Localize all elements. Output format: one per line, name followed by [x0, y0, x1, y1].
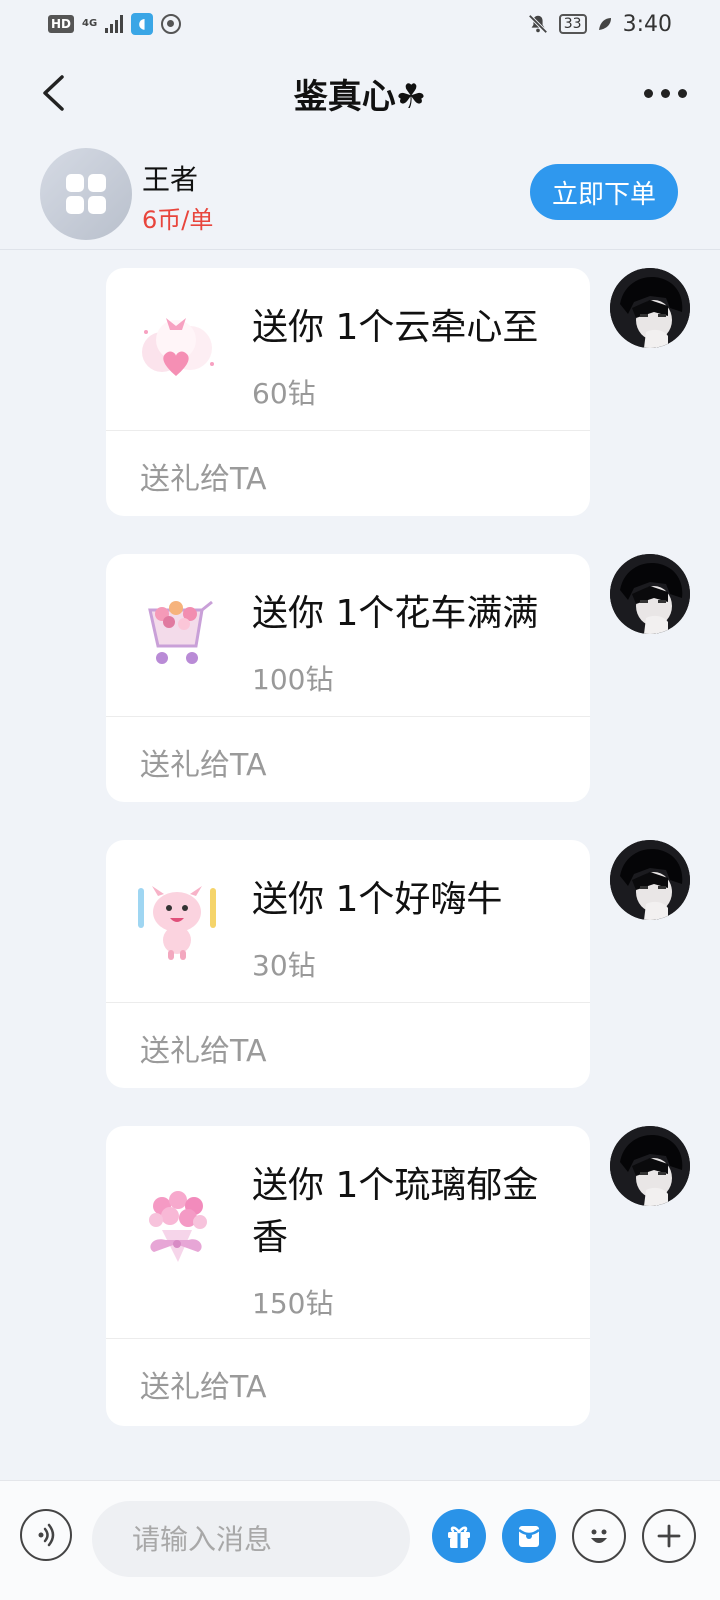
gift-price: 30钻 — [252, 949, 316, 982]
more-dot-icon — [660, 88, 670, 98]
gift-title: 送你 1个琉璃郁金香 — [252, 1165, 539, 1258]
page-title: 鉴真心☘ — [293, 76, 427, 117]
network-type: 4G — [82, 18, 98, 29]
send-gift-link[interactable]: 送礼给TA — [140, 1362, 267, 1406]
user-avatar[interactable] — [610, 840, 690, 920]
chat-header: 鉴真心☘ — [0, 48, 720, 138]
card-divider — [106, 430, 590, 431]
gift-price: 60钻 — [252, 377, 316, 410]
chevron-left-icon — [43, 75, 64, 111]
gift-title: 送你 1个好嗨牛 — [252, 879, 503, 920]
avatar-image — [610, 554, 690, 634]
user-avatar[interactable] — [610, 554, 690, 634]
app-notification-icon: ◖ — [131, 13, 154, 35]
clock: 3:40 — [622, 11, 672, 37]
card-divider — [106, 1338, 590, 1339]
gift-icon — [448, 1526, 470, 1548]
service-name: 王者 — [142, 163, 199, 196]
user-avatar[interactable] — [610, 268, 690, 348]
emoji-button[interactable] — [572, 1509, 626, 1563]
apps-grid-icon — [66, 174, 106, 214]
signal-icon — [105, 15, 124, 33]
more-dot-icon — [677, 88, 687, 98]
bell-off-icon — [528, 14, 548, 34]
message-input-bar — [0, 1480, 720, 1600]
more-dot-icon — [643, 88, 653, 98]
more-functions-button[interactable] — [642, 1509, 696, 1563]
service-info-bar: 王者 6币/单 立即下单 — [0, 138, 720, 250]
back-button[interactable] — [30, 70, 76, 116]
gift-title: 送你 1个花车满满 — [252, 593, 539, 634]
plus-icon — [657, 1524, 681, 1548]
flower-cart-icon — [148, 600, 213, 664]
user-avatar[interactable] — [610, 1126, 690, 1206]
gift-card[interactable]: 送你 1个花车满满 100钻 送礼给TA — [106, 554, 590, 802]
gift-card[interactable]: 送你 1个好嗨牛 30钻 送礼给TA — [106, 840, 590, 1088]
more-options-button[interactable] — [638, 70, 692, 116]
status-bar: HD 4G ◖ 33 3:40 — [0, 0, 720, 48]
tulip-bouquet-icon — [149, 1191, 207, 1262]
cloud-heart-icon — [142, 318, 214, 376]
send-gift-link[interactable]: 送礼给TA — [140, 740, 267, 784]
hd-indicator: HD — [48, 15, 75, 33]
message-input[interactable] — [92, 1501, 410, 1577]
service-avatar[interactable] — [40, 148, 132, 240]
send-gift-link[interactable]: 送礼给TA — [140, 454, 267, 498]
gift-button[interactable] — [432, 1509, 486, 1563]
service-price: 6币/单 — [142, 206, 214, 234]
leaf-icon — [598, 18, 611, 30]
gift-card[interactable]: 送你 1个云牵心至 60钻 送礼给TA — [106, 268, 590, 516]
envelope-icon — [518, 1526, 540, 1547]
red-packet-button[interactable] — [502, 1509, 556, 1563]
gift-price: 100钻 — [252, 663, 334, 696]
gift-card[interactable]: 送你 1个琉璃郁金香 150钻 送礼给TA — [106, 1126, 590, 1426]
happy-cow-icon — [138, 886, 216, 960]
gift-price: 150钻 — [252, 1287, 334, 1320]
card-divider — [106, 1002, 590, 1003]
card-divider — [106, 716, 590, 717]
avatar-image — [610, 268, 690, 348]
avatar-image — [610, 1126, 690, 1206]
send-gift-link[interactable]: 送礼给TA — [140, 1026, 267, 1070]
voice-wave-icon — [38, 1523, 55, 1547]
gift-title: 送你 1个云牵心至 — [252, 307, 539, 348]
avatar-image — [610, 840, 690, 920]
battery-indicator: 33 — [558, 14, 587, 34]
voice-button[interactable] — [20, 1509, 72, 1561]
record-icon — [161, 14, 182, 34]
order-now-button[interactable]: 立即下单 — [530, 164, 678, 220]
smiley-icon — [591, 1529, 607, 1543]
